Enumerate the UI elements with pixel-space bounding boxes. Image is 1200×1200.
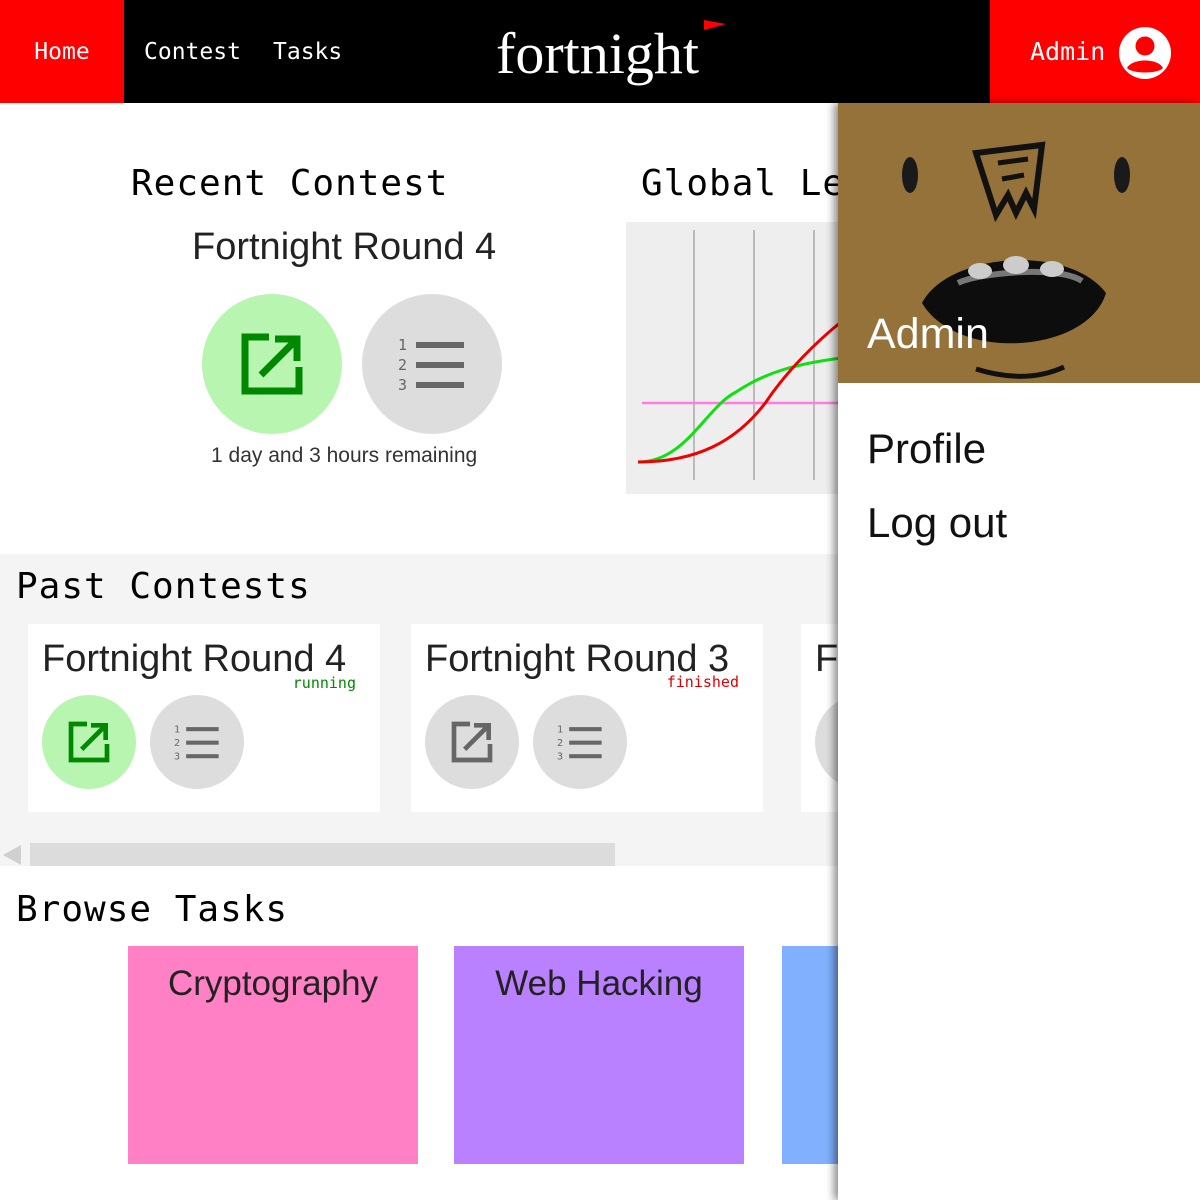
contest-status-badge: running [292, 674, 356, 692]
enter-contest-button[interactable] [42, 695, 136, 789]
ranking-list-icon: 1 2 3 [557, 725, 602, 761]
recent-contest-name: Fortnight Round 4 [192, 226, 497, 268]
profile-menu-item[interactable]: Profile [867, 425, 986, 473]
leaderboard-chart [626, 222, 846, 494]
task-category-label: Cryptography [167, 964, 379, 1003]
svg-text:2: 2 [557, 738, 563, 749]
global-leaderboard-heading: Global Le [641, 163, 838, 204]
enter-contest-button[interactable] [202, 294, 342, 434]
enter-contest-button[interactable] [425, 695, 519, 789]
chart-series-green [637, 356, 842, 464]
svg-text:1: 1 [557, 725, 563, 736]
horizontal-scrollbar[interactable] [30, 843, 615, 866]
task-category-web-hacking[interactable]: Web Hacking [454, 946, 744, 1164]
profile-name: Admin [867, 310, 989, 358]
logout-menu-item[interactable]: Log out [867, 499, 1007, 547]
flag-icon [704, 20, 726, 30]
svg-text:3: 3 [398, 376, 407, 392]
contest-ranking-button[interactable]: 1 2 3 [533, 695, 627, 789]
ranking-list-icon: 1 2 3 [398, 336, 464, 392]
ranking-list-icon: 1 2 3 [174, 725, 219, 761]
nav-tasks-link[interactable]: Tasks [273, 0, 342, 103]
user-dropdown-panel: Admin Profile Log out [838, 103, 1200, 1200]
svg-text:1: 1 [398, 336, 407, 354]
open-in-new-icon [241, 333, 303, 395]
user-name: Admin [1030, 37, 1106, 66]
time-remaining: 1 day and 3 hours remaining [211, 444, 478, 467]
leaderboard-chart-svg [637, 230, 846, 480]
contest-card-title: F [815, 638, 839, 680]
contest-card[interactable]: Fortnight Round 3 finished 1 2 3 [411, 624, 763, 812]
contest-card[interactable]: Fortnight Round 4 running 1 2 3 [28, 624, 380, 812]
scroll-left-arrow[interactable] [3, 845, 21, 865]
svg-text:3: 3 [174, 752, 180, 761]
task-category-cryptography[interactable]: Cryptography [128, 946, 418, 1164]
svg-text:2: 2 [398, 356, 407, 374]
past-contests-heading: Past Contests [16, 566, 311, 607]
task-category-card[interactable] [782, 946, 842, 1164]
top-navbar: Home Contest Tasks fortnight Admin [0, 0, 1200, 103]
chart-series-red [637, 320, 842, 464]
contest-status-badge: finished [666, 673, 739, 691]
nav-contest-link[interactable]: Contest [144, 0, 241, 103]
profile-picture: Admin [838, 103, 1200, 383]
user-menu-toggle[interactable]: Admin [990, 0, 1200, 103]
task-category-label: Web Hacking [495, 964, 703, 1003]
open-in-new-icon [451, 721, 493, 763]
open-in-new-icon [68, 721, 110, 763]
browse-tasks-heading: Browse Tasks [16, 889, 289, 930]
nav-home-link[interactable]: Home [0, 0, 124, 103]
contest-ranking-button[interactable]: 1 2 3 [150, 695, 244, 789]
account-circle-icon [1119, 27, 1171, 79]
svg-text:2: 2 [174, 738, 180, 749]
fortnight-logo[interactable]: fortnight [496, 14, 699, 94]
contest-ranking-button[interactable]: 1 2 3 [362, 294, 502, 434]
recent-contest-heading: Recent Contest [131, 163, 449, 204]
svg-text:1: 1 [174, 725, 180, 736]
svg-text:3: 3 [557, 752, 563, 761]
